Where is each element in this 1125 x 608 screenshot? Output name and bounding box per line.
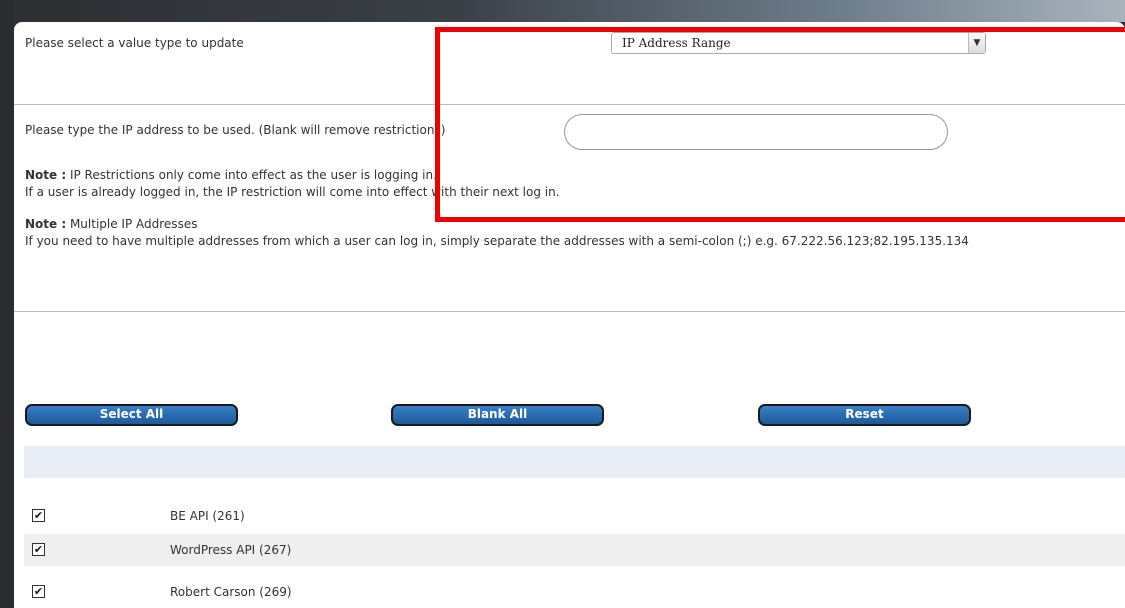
settings-panel: Please select a value type to update IP … (14, 22, 1125, 608)
user-name: BE API (261) (170, 509, 245, 523)
user-checkbox[interactable]: ✔ (32, 585, 45, 598)
user-checkbox[interactable]: ✔ (32, 509, 45, 522)
user-name: WordPress API (267) (170, 543, 292, 557)
note-text: IP Restrictions only come into effect as… (66, 168, 437, 182)
note-prefix: Note : (25, 217, 67, 231)
list-header-band (24, 446, 1125, 478)
divider (14, 311, 1125, 312)
left-edge (0, 0, 14, 608)
note-text: If you need to have multiple addresses f… (25, 234, 969, 248)
table-row: ✔ BE API (261) (24, 500, 1125, 532)
value-type-label: Please select a value type to update (25, 36, 244, 50)
note-text: Multiple IP Addresses (66, 217, 198, 231)
ip-address-label: Please type the IP address to be used. (… (25, 123, 446, 137)
table-row: ✔ Robert Carson (269) (24, 576, 1125, 608)
reset-button[interactable]: Reset (758, 404, 971, 426)
select-all-button[interactable]: Select All (25, 404, 238, 426)
table-row: ✔ WordPress API (267) (24, 534, 1125, 566)
note-prefix: Note : (25, 168, 67, 182)
highlight-box (435, 27, 1125, 222)
top-bar (0, 0, 1125, 22)
user-checkbox[interactable]: ✔ (32, 543, 45, 556)
blank-all-button[interactable]: Blank All (391, 404, 604, 426)
user-name: Robert Carson (269) (170, 585, 292, 599)
